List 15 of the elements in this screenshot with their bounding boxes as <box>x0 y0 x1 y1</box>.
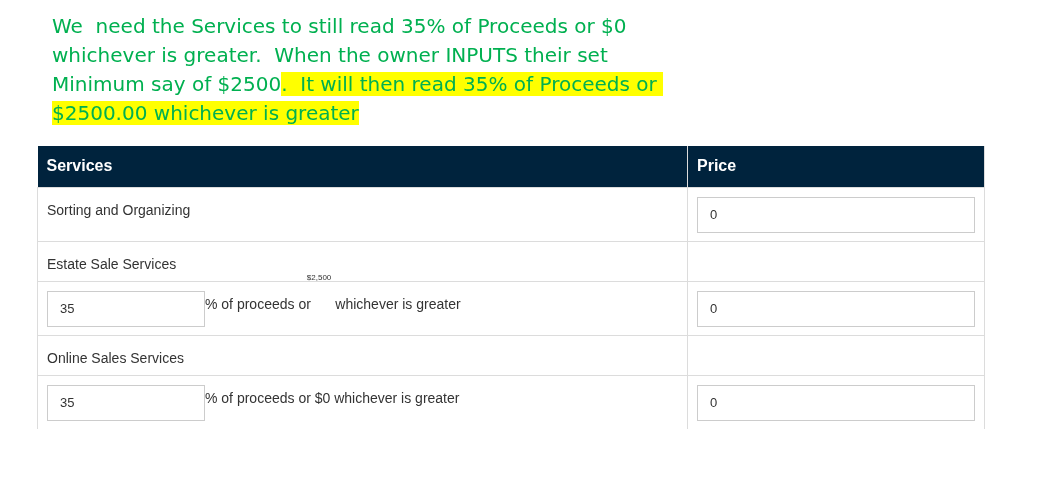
percent-input[interactable]: 35 <box>47 384 205 421</box>
service-label: Sorting and Organizing <box>47 200 191 220</box>
percent-text: whichever is greater <box>335 294 461 314</box>
column-header: Price <box>687 146 985 187</box>
section-label: Online Sales Services <box>47 348 184 368</box>
percent-input[interactable]: 35 <box>47 290 205 327</box>
section-label: Estate Sale Services <box>47 254 177 274</box>
percent-text: % of proceeds or <box>205 294 311 314</box>
column-header: Services <box>37 146 688 187</box>
price-input[interactable]: 0 <box>697 196 975 233</box>
instruction-note: We need the Services to still read 35% of Proceeds or $0 whichever is greater. When the owner INPUTS their set Minimum say of $2500. It will then read 35% of Proceeds or $2500.00 whichever is greater <box>52 12 692 128</box>
price-input[interactable]: 0 <box>697 384 975 421</box>
price-input[interactable]: 0 <box>697 290 975 327</box>
percent-text: % of proceeds or $0 whichever is greater <box>205 388 460 408</box>
minimum-amount: $2,500 <box>306 271 332 284</box>
